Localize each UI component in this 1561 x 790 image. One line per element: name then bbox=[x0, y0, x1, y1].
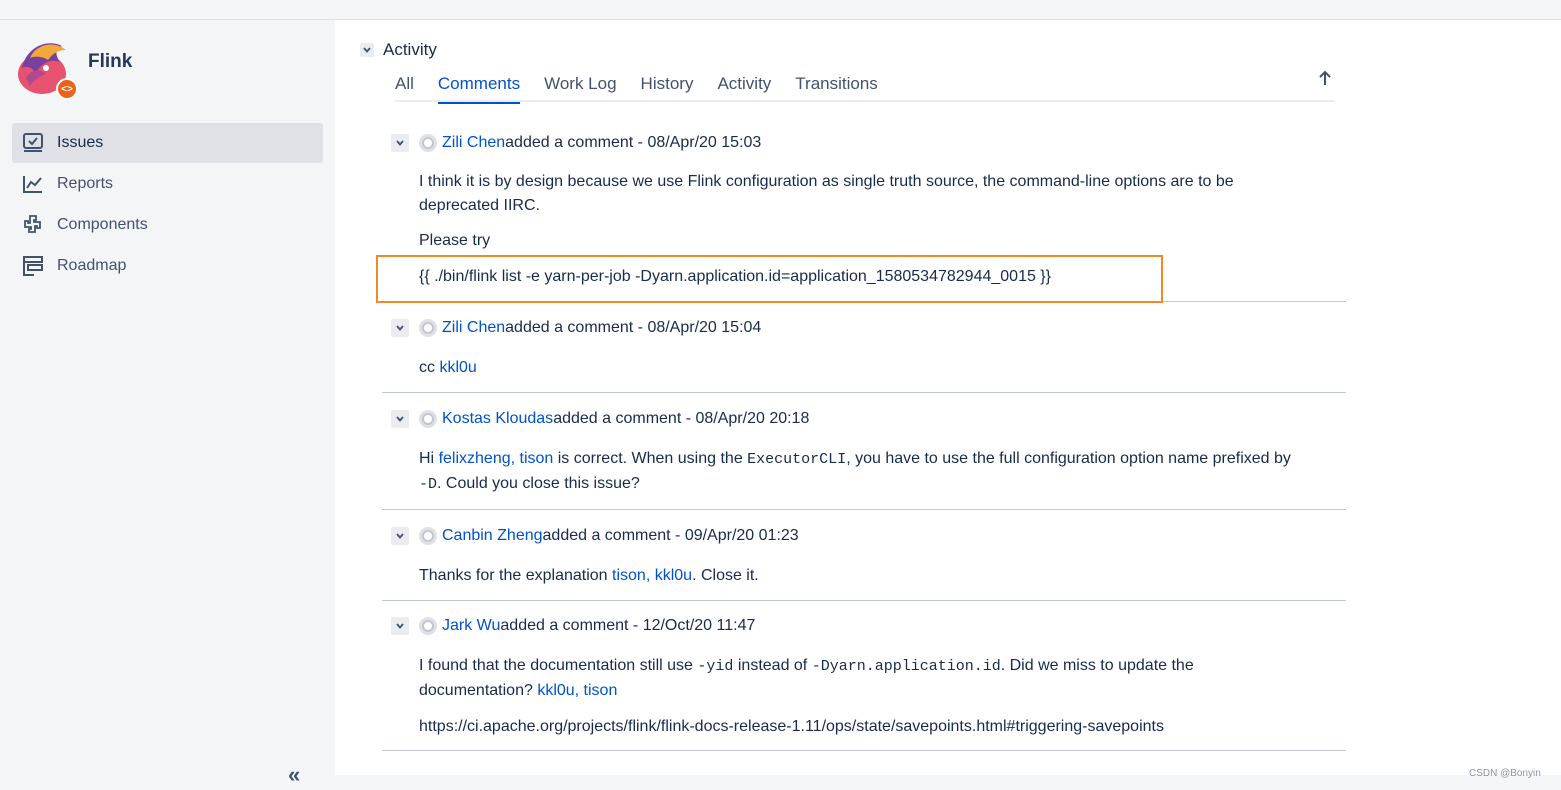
tab-history[interactable]: History bbox=[641, 74, 694, 102]
comment-header: Zili Chen added a comment - 08/Apr/20 15… bbox=[391, 319, 761, 337]
inline-code: ExecutorCLI bbox=[747, 451, 847, 468]
sidebar-nav: Issues Reports Components Roadmap bbox=[12, 123, 323, 287]
user-mention-link[interactable]: felixzheng, tison bbox=[439, 450, 554, 467]
user-mention-link[interactable]: tison, kkl0u bbox=[612, 567, 692, 584]
comment-text: deprecated IIRC. bbox=[419, 197, 540, 214]
avatar[interactable] bbox=[419, 527, 437, 545]
comment-text-part: . Could you close this issue? bbox=[437, 475, 640, 492]
comment-author-link[interactable]: Zili Chen bbox=[442, 134, 505, 152]
comment-author-link[interactable]: Zili Chen bbox=[442, 319, 505, 337]
comment-text-part: instead of bbox=[733, 657, 812, 674]
comment-author-link[interactable]: Kostas Kloudas bbox=[442, 410, 553, 428]
comment-meta: added a comment - 08/Apr/20 20:18 bbox=[553, 410, 810, 427]
comment-text: I think it is by design because we use F… bbox=[419, 173, 1234, 190]
comment-collapse-chevron-down-icon[interactable] bbox=[391, 410, 409, 428]
sidebar-item-label: Issues bbox=[57, 134, 104, 151]
project-header[interactable]: <> Flink bbox=[16, 38, 133, 100]
comment-meta: added a comment - 08/Apr/20 15:04 bbox=[505, 319, 762, 336]
project-name: Flink bbox=[88, 51, 133, 72]
comment-text: documentation? kkl0u, tison bbox=[419, 679, 617, 703]
comment-text: Hi felixzheng, tison is correct. When us… bbox=[419, 447, 1291, 472]
comment-item: Zili Chen added a comment - 08/Apr/20 15… bbox=[382, 302, 1346, 393]
user-mention-link[interactable]: kkl0u bbox=[439, 359, 476, 376]
sidebar-item-issues[interactable]: Issues bbox=[12, 123, 323, 163]
activity-title: Activity bbox=[383, 40, 437, 59]
highlight-annotation-box bbox=[376, 255, 1163, 303]
comment-text-part: is correct. When using the bbox=[553, 450, 748, 467]
collapse-sidebar-icon[interactable]: « bbox=[288, 762, 300, 788]
sidebar-item-components[interactable]: Components bbox=[12, 205, 323, 245]
watermark: CSDN @Bonyin bbox=[1469, 768, 1541, 779]
avatar[interactable] bbox=[419, 319, 437, 337]
activity-section-header[interactable]: Activity bbox=[360, 40, 437, 60]
sidebar-item-reports[interactable]: Reports bbox=[12, 164, 323, 204]
issues-icon bbox=[23, 133, 43, 152]
comment-meta: added a comment - 09/Apr/20 01:23 bbox=[542, 527, 799, 544]
top-bar bbox=[0, 0, 1561, 20]
sidebar-item-label: Reports bbox=[57, 175, 114, 192]
tab-transitions[interactable]: Transitions bbox=[795, 74, 878, 102]
user-mention-link[interactable]: kkl0u, tison bbox=[537, 682, 617, 699]
comment-author-link[interactable]: Jark Wu bbox=[442, 617, 500, 635]
project-type-badge-icon: <> bbox=[56, 78, 78, 100]
savepoints-doc-link[interactable]: https://ci.apache.org/projects/flink/fli… bbox=[419, 715, 1164, 739]
tab-work-log[interactable]: Work Log bbox=[544, 74, 616, 102]
roadmap-icon bbox=[23, 256, 43, 276]
sidebar: <> Flink Issues Reports Components Roadm… bbox=[0, 20, 335, 790]
activity-tabs: All Comments Work Log History Activity T… bbox=[395, 74, 1335, 104]
comment-text: Please try bbox=[419, 232, 491, 249]
comment-item: Jark Wu added a comment - 12/Oct/20 11:4… bbox=[382, 601, 1346, 751]
comment-header: Zili Chen added a comment - 08/Apr/20 15… bbox=[391, 134, 761, 152]
main-content: Activity All Comments Work Log History A… bbox=[335, 20, 1561, 775]
comment-text: cc kkl0u bbox=[419, 356, 477, 380]
sidebar-item-label: Roadmap bbox=[57, 257, 127, 274]
comment-collapse-chevron-down-icon[interactable] bbox=[391, 319, 409, 337]
tab-all[interactable]: All bbox=[395, 74, 414, 102]
reports-icon bbox=[23, 176, 42, 193]
avatar[interactable] bbox=[419, 134, 437, 152]
sidebar-item-label: Components bbox=[57, 216, 148, 233]
comment-meta: added a comment - 12/Oct/20 11:47 bbox=[500, 617, 756, 634]
inline-code: -yid bbox=[697, 658, 734, 675]
comment-item: Canbin Zheng added a comment - 09/Apr/20… bbox=[382, 510, 1346, 601]
comment-collapse-chevron-down-icon[interactable] bbox=[391, 527, 409, 545]
comment-text: I found that the documentation still use… bbox=[419, 654, 1194, 679]
comment-text-part: , you have to use the full configuration… bbox=[846, 450, 1291, 467]
avatar[interactable] bbox=[419, 617, 437, 635]
comment-text-part: documentation? bbox=[419, 682, 538, 699]
comment-meta: added a comment - 08/Apr/20 15:03 bbox=[505, 134, 762, 151]
flink-logo: <> bbox=[16, 38, 78, 100]
inline-code: -D bbox=[419, 476, 438, 493]
comment-text: Thanks for the explanation tison, kkl0u.… bbox=[419, 564, 759, 588]
components-icon bbox=[24, 215, 41, 233]
tab-activity[interactable]: Activity bbox=[717, 74, 771, 102]
comment-text-part: . Close it. bbox=[692, 567, 759, 584]
comment-text-part: Hi bbox=[419, 450, 439, 467]
tab-comments[interactable]: Comments bbox=[437, 74, 521, 104]
comment-header: Canbin Zheng added a comment - 09/Apr/20… bbox=[391, 527, 799, 545]
comment-collapse-chevron-down-icon[interactable] bbox=[391, 617, 409, 635]
comment-collapse-chevron-down-icon[interactable] bbox=[391, 134, 409, 152]
comment-text-part: . Did we miss to update the bbox=[1000, 657, 1194, 674]
inline-code: -Dyarn.application.id bbox=[811, 658, 1001, 675]
comment-text: -D. Could you close this issue? bbox=[419, 472, 640, 497]
comment-text-part: Thanks for the explanation bbox=[419, 567, 613, 584]
avatar[interactable] bbox=[419, 410, 437, 428]
comment-header: Jark Wu added a comment - 12/Oct/20 11:4… bbox=[391, 617, 755, 635]
comment-item: Kostas Kloudas added a comment - 08/Apr/… bbox=[382, 393, 1346, 510]
sort-order-arrow-up-icon[interactable] bbox=[1318, 70, 1332, 91]
comment-text-part: cc bbox=[419, 359, 440, 376]
sidebar-item-roadmap[interactable]: Roadmap bbox=[12, 246, 323, 286]
comment-author-link[interactable]: Canbin Zheng bbox=[442, 527, 543, 545]
comment-header: Kostas Kloudas added a comment - 08/Apr/… bbox=[391, 410, 809, 428]
comment-text-part: I found that the documentation still use bbox=[419, 657, 698, 674]
chevron-down-icon[interactable] bbox=[360, 43, 374, 57]
